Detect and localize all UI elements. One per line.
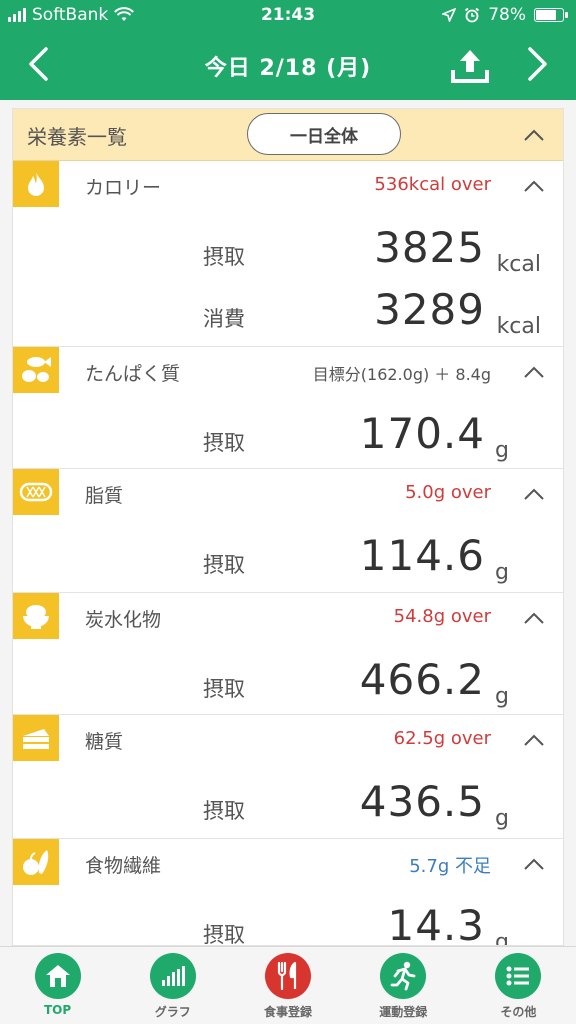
row-value: 3825 <box>374 223 485 272</box>
intake-row: 摂取 14.3 g <box>13 901 563 946</box>
row-label: 消費 <box>203 307 245 331</box>
fork-knife-icon <box>265 953 311 999</box>
nutrient-name: カロリー <box>85 177 162 199</box>
home-icon <box>34 953 81 999</box>
chevron-up-icon[interactable] <box>523 179 545 193</box>
row-unit: g <box>495 930 509 946</box>
row-value: 14.3 <box>387 901 485 946</box>
nutrient-protein: たんぱく質 目標分(162.0g) ＋ 8.4g 摂取 170.4 g <box>13 347 563 469</box>
row-label: 摂取 <box>203 799 245 823</box>
chevron-up-icon[interactable] <box>523 365 545 379</box>
chevron-up-icon[interactable] <box>523 487 545 501</box>
nutrient-status: 536kcal over <box>374 174 491 195</box>
tab-meal-record[interactable]: 食事登録 <box>230 947 345 1024</box>
tab-label: 運動登録 <box>379 1005 428 1019</box>
chevron-up-icon[interactable] <box>523 611 545 625</box>
tab-label: 食事登録 <box>264 1005 313 1019</box>
nutrient-status: 5.0g over <box>405 482 491 503</box>
nutrient-summary-header: 栄養素一覧 一日全体 <box>13 109 563 161</box>
row-value: 3289 <box>374 285 485 334</box>
intake-row: 摂取 466.2 g <box>13 655 563 709</box>
cake-icon <box>13 715 59 761</box>
nutrient-status: 54.8g over <box>393 606 491 627</box>
chevron-right-icon <box>528 47 547 81</box>
nutrient-name: たんぱく質 <box>85 363 181 385</box>
row-label: 摂取 <box>203 677 245 701</box>
fish-meat-icon <box>13 347 59 393</box>
row-label: 摂取 <box>203 553 245 577</box>
tab-top[interactable]: TOP <box>0 947 115 1024</box>
nutrient-calorie: カロリー 536kcal over 摂取 3825 kcal 消費 3289 k… <box>13 161 563 347</box>
nutrient-fiber: 食物繊維 5.7g 不足 摂取 14.3 g <box>13 839 563 946</box>
nutrient-name: 食物繊維 <box>85 855 162 877</box>
battery-percent: 78% <box>488 5 526 25</box>
row-unit: kcal <box>496 252 541 277</box>
next-day-button[interactable] <box>518 40 558 88</box>
app-header: SoftBank 21:43 78% 今日 2/18 (月) <box>0 0 576 100</box>
fat-icon <box>13 469 59 515</box>
row-value: 436.5 <box>359 777 485 826</box>
nutrient-carbohydrate: 炭水化物 54.8g over 摂取 466.2 g <box>13 593 563 715</box>
row-value: 466.2 <box>359 655 485 704</box>
runner-icon <box>380 953 427 999</box>
nutrient-status: 62.5g over <box>393 728 491 749</box>
chevron-up-icon[interactable] <box>523 128 545 142</box>
burned-row: 消費 3289 kcal <box>13 285 563 339</box>
intake-row: 摂取 3825 kcal <box>13 223 563 277</box>
intake-row: 摂取 436.5 g <box>13 777 563 831</box>
nutrient-name: 糖質 <box>85 731 124 753</box>
nutrient-status: 5.7g 不足 <box>409 856 491 877</box>
tab-exercise-record[interactable]: 運動登録 <box>346 947 461 1024</box>
row-unit: g <box>495 560 509 585</box>
chevron-up-icon[interactable] <box>523 857 545 871</box>
tab-label: TOP <box>44 1003 72 1017</box>
graph-icon <box>149 953 196 999</box>
flame-icon <box>13 161 59 207</box>
tab-label: その他 <box>500 1005 537 1019</box>
tab-other[interactable]: その他 <box>461 947 576 1024</box>
upload-icon <box>451 50 489 83</box>
row-unit: g <box>495 684 509 709</box>
status-bar: SoftBank 21:43 78% <box>0 0 576 32</box>
row-value: 170.4 <box>359 409 485 458</box>
battery-icon <box>534 8 568 22</box>
intake-row: 摂取 170.4 g <box>13 409 563 463</box>
tab-label: グラフ <box>154 1005 191 1019</box>
alarm-icon <box>465 7 480 23</box>
row-label: 摂取 <box>203 923 245 946</box>
nutrient-name: 炭水化物 <box>85 609 162 631</box>
section-title: 栄養素一覧 <box>27 125 127 149</box>
row-unit: g <box>495 438 509 463</box>
nutrient-status: 目標分(162.0g) ＋ 8.4g <box>312 365 491 384</box>
row-label: 摂取 <box>203 431 245 455</box>
nav-bar: 今日 2/18 (月) <box>0 32 576 100</box>
row-unit: kcal <box>496 314 541 339</box>
nutrient-fat: 脂質 5.0g over 摂取 114.6 g <box>13 469 563 593</box>
period-selector-button[interactable]: 一日全体 <box>247 113 401 155</box>
row-value: 114.6 <box>359 531 485 580</box>
location-icon <box>442 8 457 22</box>
vegetable-icon <box>13 839 59 885</box>
tab-bar: TOP グラフ 食事登録 運動登録 その他 <box>0 946 576 1024</box>
intake-row: 摂取 114.6 g <box>13 531 563 585</box>
rice-bowl-icon <box>13 593 59 639</box>
nutrient-list[interactable]: 栄養素一覧 一日全体 カロリー 536kcal over 摂取 3825 kca… <box>12 108 564 946</box>
tab-graph[interactable]: グラフ <box>115 947 230 1024</box>
list-icon <box>495 953 542 999</box>
row-label: 摂取 <box>203 245 245 269</box>
nutrient-name: 脂質 <box>85 485 124 507</box>
nutrient-sugar: 糖質 62.5g over 摂取 436.5 g <box>13 715 563 839</box>
chevron-up-icon[interactable] <box>523 733 545 747</box>
row-unit: g <box>495 806 509 831</box>
share-button[interactable] <box>448 44 492 88</box>
